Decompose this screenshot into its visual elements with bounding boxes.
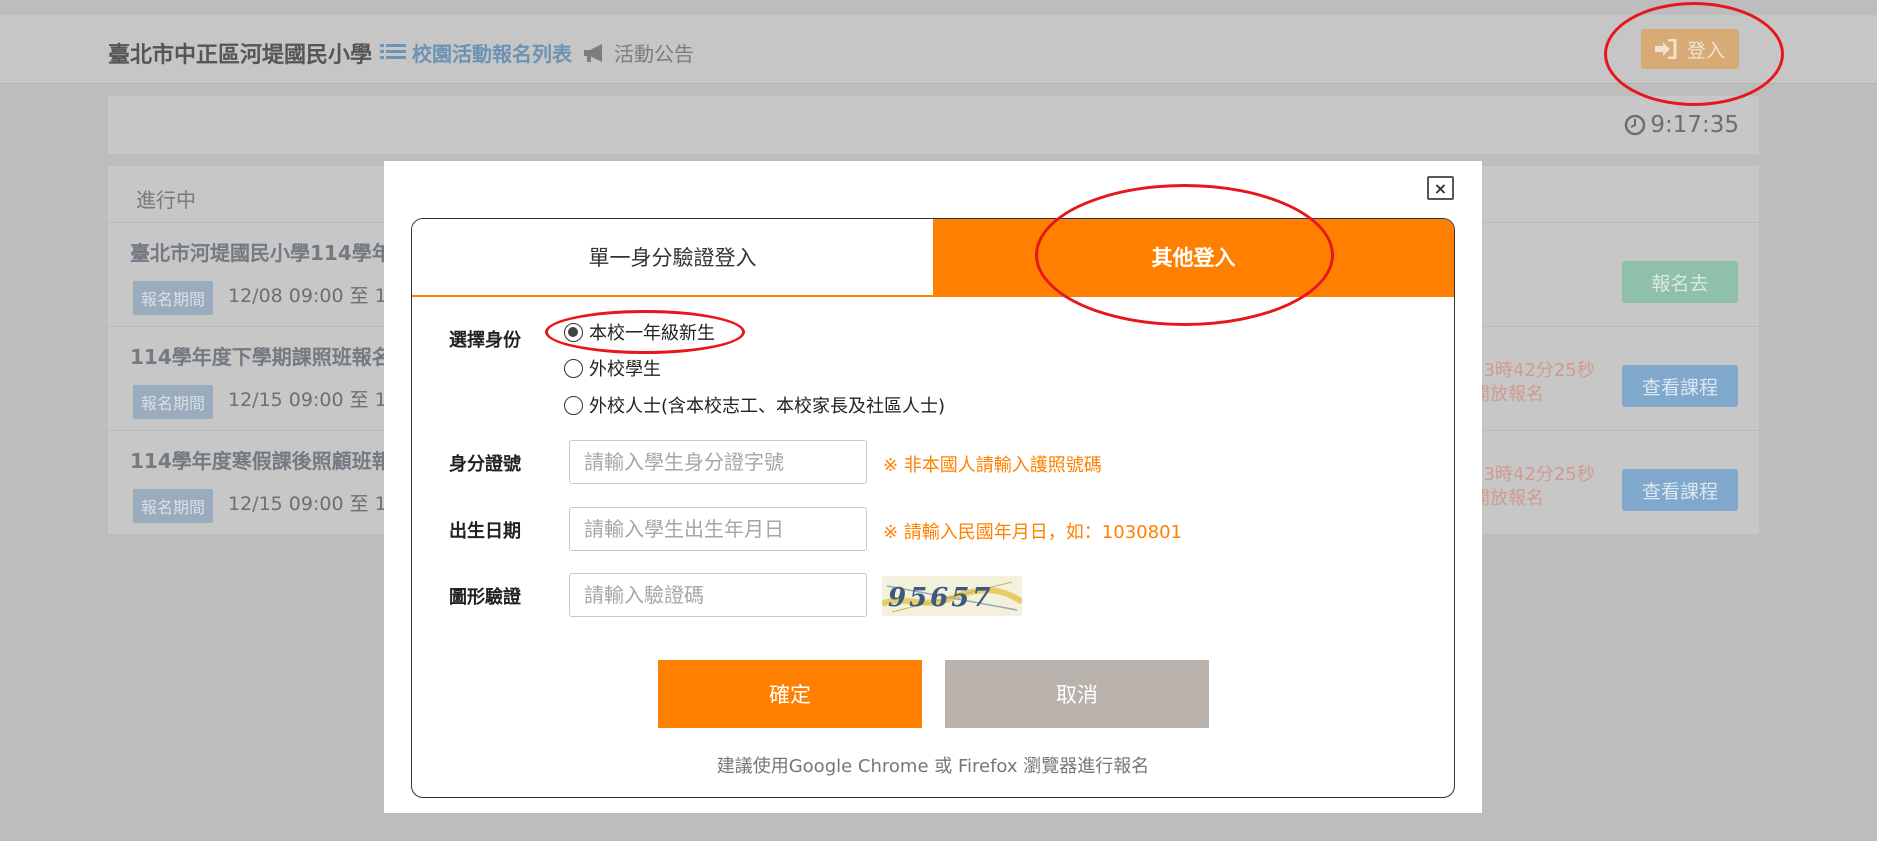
clock-panel: 9:17:35 <box>108 96 1759 154</box>
site-title[interactable]: 臺北市中正區河堤國民小學 <box>108 37 372 69</box>
register-button[interactable]: 報名去 <box>1622 261 1738 303</box>
birth-date-input[interactable] <box>569 507 867 551</box>
radio-label: 外校學生 <box>589 359 661 380</box>
period-badge: 報名期間 <box>133 385 214 419</box>
login-button[interactable]: 登入 <box>1641 29 1739 69</box>
countdown-time: 23時42分25秒 <box>1472 360 1595 381</box>
id-number-input[interactable] <box>569 440 867 484</box>
sign-in-icon <box>1654 39 1677 59</box>
period-text: 12/15 09:00 至 12 <box>228 493 399 515</box>
identity-label: 選擇身份 <box>449 330 521 351</box>
period-text: 12/15 09:00 至 12 <box>228 389 399 411</box>
countdown-text: 23時42分25秒 開放報名 <box>1472 463 1595 511</box>
login-modal: × 單一身分驗證登入 其他登入 選擇身份 本校一年級新生 外校學生 外校人士(含… <box>384 161 1482 813</box>
id-number-hint: ※ 非本國人請輸入護照號碼 <box>883 455 1102 476</box>
browser-recommendation-note: 建議使用Google Chrome 或 Firefox 瀏覽器進行報名 <box>716 756 1150 777</box>
login-button-label: 登入 <box>1686 39 1725 62</box>
birth-date-hint: ※ 請輸入民國年月日，如：1030801 <box>883 522 1182 543</box>
cancel-button[interactable]: 取消 <box>945 660 1209 728</box>
close-icon[interactable]: × <box>1427 176 1454 200</box>
list-item-title: 114學年度寒假課後照顧班報 <box>130 449 392 473</box>
radio-checked-icon[interactable] <box>564 322 583 342</box>
radio-first-grade-freshman[interactable]: 本校一年級新生 <box>564 319 715 345</box>
period-badge: 報名期間 <box>133 281 214 315</box>
view-course-button[interactable]: 查看課程 <box>1622 469 1738 511</box>
radio-external-person[interactable]: 外校人士(含本校志工、本校家長及社區人士) <box>564 392 945 418</box>
clock: 9:17:35 <box>1624 112 1739 138</box>
clock-icon <box>1625 114 1646 136</box>
nav-announcements[interactable]: 活動公告 <box>582 38 694 67</box>
view-course-button[interactable]: 查看課程 <box>1622 365 1738 407</box>
countdown-time: 23時42分25秒 <box>1472 464 1595 485</box>
tab-single-identity-login[interactable]: 單一身分驗證登入 <box>412 219 933 295</box>
clock-time: 9:17:35 <box>1650 112 1739 138</box>
radio-unchecked-icon[interactable] <box>564 395 583 415</box>
captcha-text: 95657 <box>888 583 993 613</box>
radio-label: 本校一年級新生 <box>589 323 715 344</box>
captcha-input[interactable] <box>569 573 867 617</box>
captcha-label: 圖形驗證 <box>449 587 521 608</box>
list-icon <box>380 43 406 59</box>
captcha-image[interactable]: 95657 <box>882 576 1022 616</box>
period-text: 12/08 09:00 至 12 <box>228 285 399 307</box>
login-tabs: 單一身分驗證登入 其他登入 <box>412 219 1454 297</box>
tab-other-login[interactable]: 其他登入 <box>933 219 1454 295</box>
radio-other-school-student[interactable]: 外校學生 <box>564 355 661 381</box>
list-item-title: 臺北市河堤國民小學114學年 <box>130 241 392 265</box>
radio-unchecked-icon[interactable] <box>564 358 583 378</box>
period-badge: 報名期間 <box>133 489 214 523</box>
megaphone-icon <box>584 43 602 62</box>
nav-announcements-label: 活動公告 <box>614 42 694 66</box>
id-number-label: 身分證號 <box>449 454 521 475</box>
countdown-text: 23時42分25秒 開放報名 <box>1472 359 1595 407</box>
birth-date-label: 出生日期 <box>449 521 521 542</box>
radio-label: 外校人士(含本校志工、本校家長及社區人士) <box>589 396 946 417</box>
list-item-title: 114學年度下學期課照班報名 <box>130 345 392 369</box>
countdown-status: 開放報名 <box>1472 384 1544 405</box>
section-title-ongoing: 進行中 <box>136 188 196 212</box>
nav-activity-list[interactable]: 校園活動報名列表 <box>380 38 572 67</box>
login-form: 單一身分驗證登入 其他登入 選擇身份 本校一年級新生 外校學生 外校人士(含本校… <box>411 218 1455 798</box>
nav-activity-list-label: 校園活動報名列表 <box>412 42 572 66</box>
countdown-status: 開放報名 <box>1472 488 1544 509</box>
confirm-button[interactable]: 確定 <box>658 660 922 728</box>
